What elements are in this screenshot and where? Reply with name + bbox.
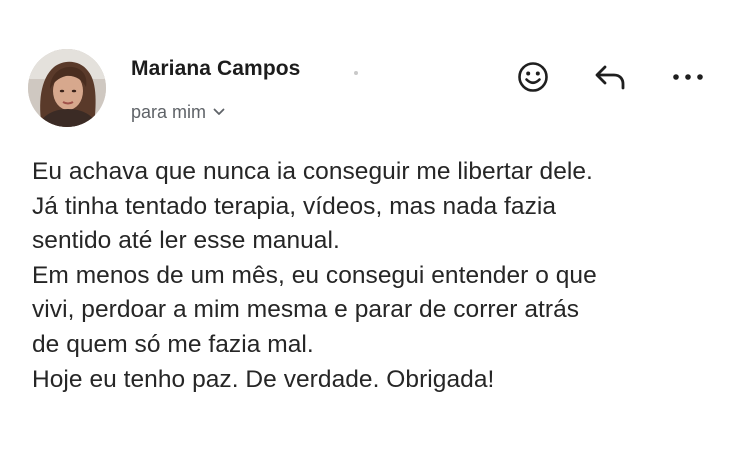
recipient-toggle[interactable]: para mim	[131, 100, 225, 124]
message-body: Eu achava que nunca ia conseguir me libe…	[32, 155, 722, 397]
message-body-line: Eu achava que nunca ia conseguir me libe…	[32, 158, 593, 185]
reply-icon	[595, 65, 625, 90]
reply-button[interactable]	[590, 57, 630, 97]
message-body-line: vivi, perdoar a mim mesma e parar de cor…	[32, 296, 580, 324]
message-body-line: sentido até ler esse manual.	[32, 227, 340, 255]
more-options-icon	[673, 74, 703, 80]
emoji-reaction-button[interactable]	[513, 57, 553, 97]
recipient-label: para mim	[131, 101, 207, 122]
message-body-line: Já tinha tentado terapia, vídeos, mas na…	[32, 192, 557, 220]
message-body-line: Em menos de um mês, eu consegui entender…	[32, 261, 597, 289]
message-body-line: de quem só me fazia mal.	[32, 330, 314, 358]
message-actions	[0, 57, 739, 97]
message-body-line: Hoje eu tenho paz. De verdade. Obrigada!	[32, 365, 495, 393]
chevron-down-icon	[213, 108, 225, 116]
emoji-reaction-icon	[518, 62, 548, 92]
more-options-button[interactable]	[668, 57, 708, 97]
